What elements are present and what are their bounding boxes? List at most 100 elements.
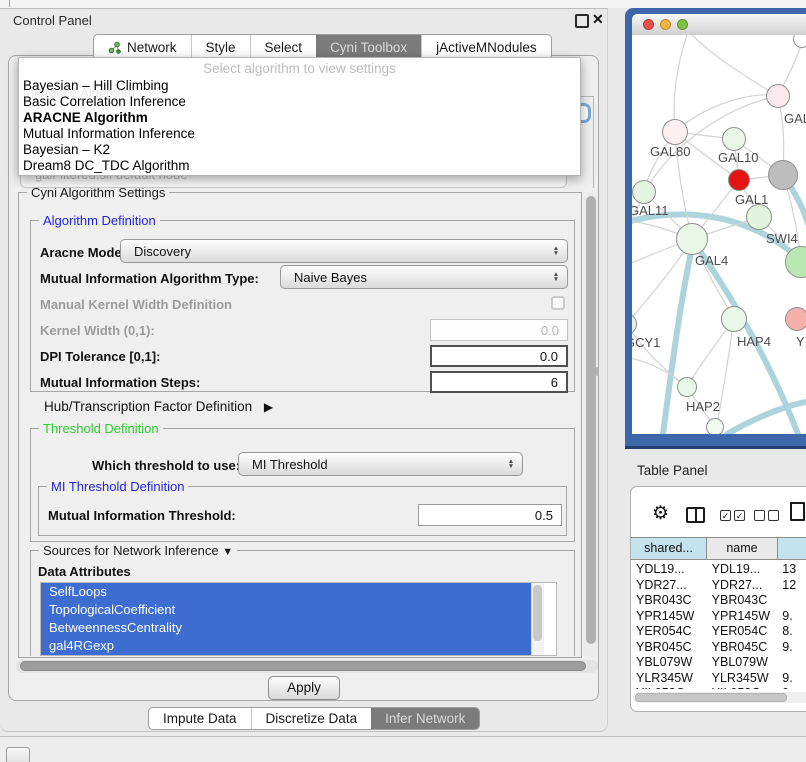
algorithm-option[interactable]: Bayesian – K2 [19, 142, 580, 158]
mi-steps-field[interactable]: 6 [430, 371, 568, 393]
split-view-icon[interactable] [686, 507, 705, 523]
tab-label: Style [206, 40, 236, 55]
hub-definition-toggle[interactable]: Hub/Transcription Factor Definition ▶ [44, 399, 273, 414]
tab-infer-network[interactable]: Infer Network [371, 708, 479, 729]
column-header[interactable] [778, 538, 806, 559]
obscured-groupbox-border [593, 96, 594, 188]
network-node-label: HAP4 [737, 334, 771, 349]
table-row[interactable]: YER054CYER054C8. [631, 624, 806, 640]
scrollbar-thumb[interactable] [586, 196, 596, 644]
data-attribute-item[interactable]: gal4RGexp [41, 637, 531, 655]
network-node[interactable] [721, 306, 747, 332]
apply-button[interactable]: Apply [268, 676, 340, 700]
table-row[interactable]: YDL19...YDL19...13 [631, 562, 806, 578]
network-node[interactable] [706, 418, 724, 434]
select-all-icon[interactable]: ✓ ✓ [720, 510, 745, 521]
float-window-icon[interactable] [575, 14, 589, 28]
table-cell: YBR045C [631, 640, 707, 656]
deselect-all-icon[interactable] [754, 510, 779, 521]
scrollbar-thumb[interactable] [20, 661, 586, 671]
hub-definition-label: Hub/Transcription Factor Definition [44, 399, 252, 414]
network-node[interactable] [766, 84, 790, 108]
tab-network[interactable]: Network [94, 35, 191, 59]
network-node-label: HAP2 [686, 399, 720, 414]
column-header[interactable]: shared... [631, 538, 707, 559]
data-attributes-label: Data Attributes [38, 564, 131, 579]
network-node[interactable] [785, 307, 806, 331]
table-cell: 8. [777, 624, 806, 640]
table-row[interactable]: YDR27...YDR27...12 [631, 578, 806, 594]
traffic-light-close-icon[interactable] [643, 19, 654, 30]
algorithm-option[interactable]: Bayesian – Hill Climbing [19, 78, 580, 94]
sources-toggle[interactable]: Sources for Network Inference ▼ [39, 543, 237, 560]
dpi-tolerance-label: DPI Tolerance [0,1]: [40, 349, 160, 364]
data-attribute-item[interactable]: SelfLoops [41, 583, 531, 601]
tab-impute-data[interactable]: Impute Data [149, 708, 251, 729]
threshold-type-value: MI Threshold [239, 457, 503, 472]
table-cell: YPR145W [707, 609, 778, 625]
mi-steps-label: Mutual Information Steps: [40, 375, 200, 390]
tab-label: Discretize Data [266, 711, 358, 726]
table-row[interactable]: YPR145WYPR145W9. [631, 609, 806, 625]
network-node[interactable] [677, 377, 697, 397]
table-cell: 12 [777, 578, 806, 594]
close-icon[interactable]: ✕ [592, 11, 604, 28]
stepper-down-icon: ▼ [508, 464, 514, 470]
aracne-mode-select[interactable]: Discovery ▲▼ [120, 239, 568, 263]
algorithm-option[interactable]: Basic Correlation Inference [19, 94, 580, 110]
mi-algorithm-type-value: Naive Bayes [281, 270, 548, 285]
network-node[interactable] [662, 119, 688, 145]
list-vertical-scrollbar[interactable] [531, 583, 544, 655]
network-window-titlebar[interactable] [632, 14, 806, 36]
dpi-tolerance-field[interactable]: 0.0 [430, 345, 568, 367]
network-node[interactable] [728, 169, 750, 191]
table-row[interactable]: YBR045CYBR045C9. [631, 640, 806, 656]
settings-vertical-scrollbar[interactable] [584, 193, 598, 657]
tab-cyni-toolbox[interactable]: Cyni Toolbox [316, 35, 421, 59]
threshold-type-select[interactable]: MI Threshold ▲▼ [238, 452, 523, 476]
manual-kernel-width-checkbox[interactable] [551, 296, 565, 310]
tab-discretize-data[interactable]: Discretize Data [251, 708, 372, 729]
bottom-left-button[interactable] [6, 747, 30, 762]
settings-horizontal-scrollbar[interactable] [16, 660, 598, 673]
column-header[interactable]: name [707, 538, 778, 559]
network-node[interactable] [746, 204, 772, 230]
table-horizontal-scrollbar[interactable] [633, 692, 806, 703]
checked-box-icon: ✓ [720, 510, 731, 521]
mi-algorithm-type-select[interactable]: Naive Bayes ▲▼ [280, 265, 568, 289]
gear-icon[interactable]: ⚙ [652, 502, 669, 525]
data-attribute-item[interactable]: TopologicalCoefficient [41, 601, 531, 619]
table-row[interactable]: YBR043CYBR043C [631, 593, 806, 609]
table-cell: YDL19... [707, 562, 778, 578]
table-row[interactable]: YBL079WYBL079W [631, 655, 806, 671]
algorithm-option[interactable]: Dream8 DC_TDC Algorithm [19, 158, 580, 174]
unchecked-box-icon [768, 510, 779, 521]
table-row[interactable]: YLR345WYLR345W9. [631, 671, 806, 687]
document-icon[interactable] [790, 502, 805, 521]
network-node-label: GAL1 [735, 192, 768, 207]
window-top-strip [0, 0, 806, 8]
mi-threshold-field[interactable]: 0.5 [418, 504, 562, 526]
aracne-mode-label: Aracne Mode: [40, 245, 126, 260]
panel-splitter-handle[interactable] [596, 367, 599, 376]
checked-box-icon: ✓ [734, 510, 745, 521]
network-node-label: GCY1 [632, 335, 660, 350]
scrollbar-thumb[interactable] [635, 693, 787, 702]
algorithm-option[interactable]: ARACNE Algorithm [19, 110, 580, 126]
traffic-light-zoom-icon[interactable] [677, 19, 688, 30]
data-attribute-item[interactable]: BetweennessCentrality [41, 619, 531, 637]
tab-select[interactable]: Select [250, 35, 317, 59]
algorithm-option[interactable]: Mutual Information Inference [19, 126, 580, 142]
network-node[interactable] [722, 127, 746, 151]
network-node[interactable] [632, 180, 656, 204]
traffic-light-minimize-icon[interactable] [660, 19, 671, 30]
network-node[interactable] [676, 223, 708, 255]
network-canvas[interactable]: GALGAL80GAL10GAL1GAL11SWI4GAL4GCY1HAP4YH… [632, 35, 806, 434]
tab-jactivemnodules[interactable]: jActiveMNodules [421, 35, 551, 59]
network-node[interactable] [768, 160, 798, 190]
table-row[interactable]: YIL052CYIL052C9 [631, 686, 806, 689]
scrollbar-thumb[interactable] [533, 585, 542, 641]
tab-style[interactable]: Style [191, 35, 250, 59]
algorithm-definition-title: Algorithm Definition [39, 213, 160, 228]
table-cell: 9 [777, 686, 806, 689]
